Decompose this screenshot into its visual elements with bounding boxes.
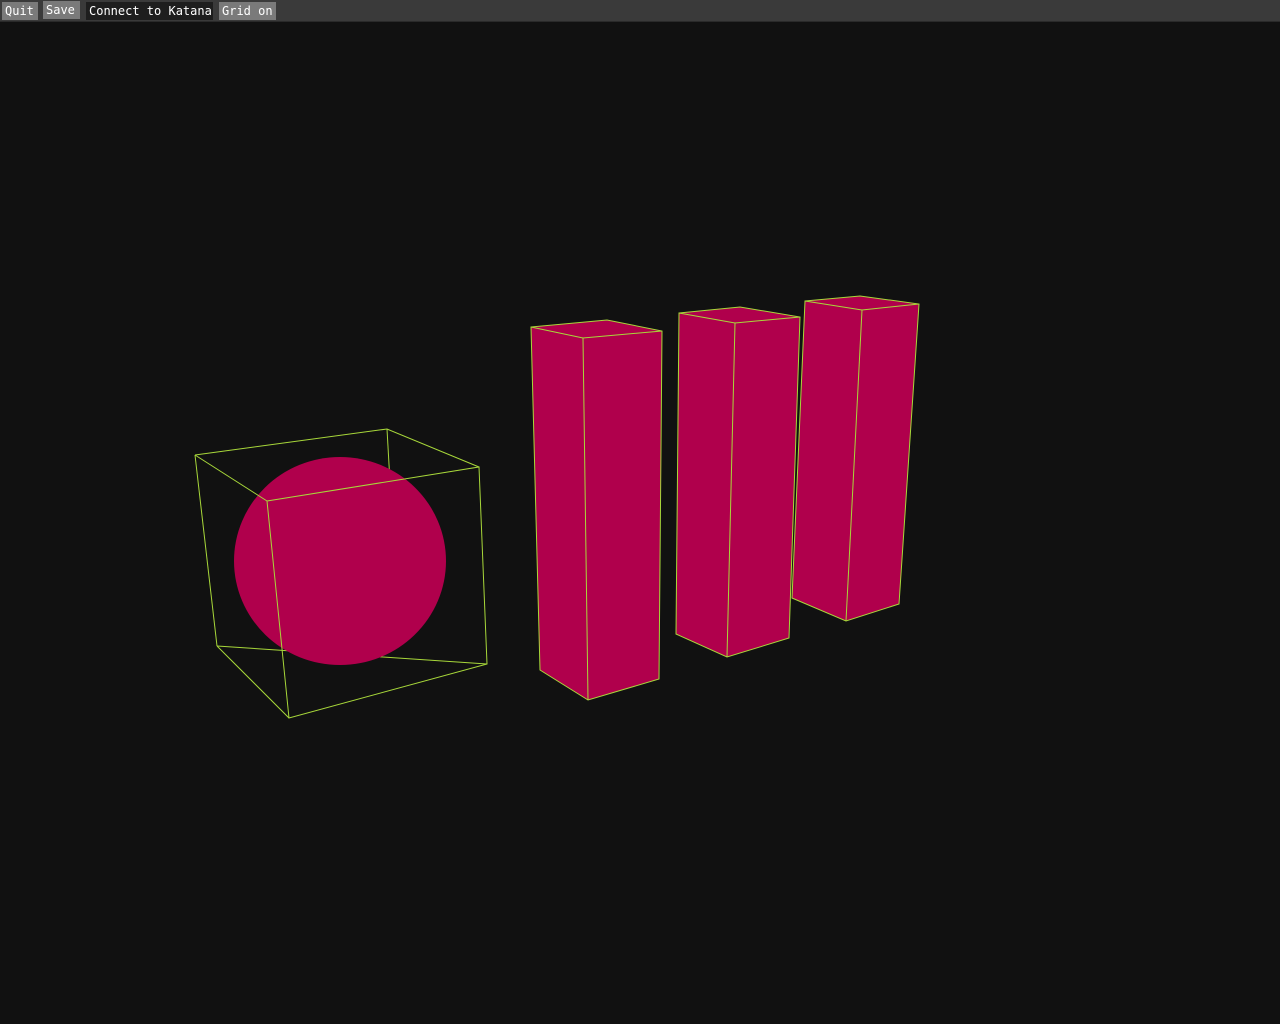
box-2-front-face — [727, 317, 800, 657]
bbox-edge-top-left — [194, 454, 268, 502]
3d-viewport[interactable] — [0, 23, 1280, 1024]
sphere-mesh[interactable] — [234, 457, 446, 665]
quit-button[interactable]: Quit — [2, 2, 38, 20]
save-button[interactable]: Save — [43, 1, 80, 19]
box-object-3[interactable] — [791, 295, 920, 622]
toolbar: Quit Save Connect to Katana Grid on — [0, 0, 1280, 22]
viewport-canvas[interactable] — [0, 23, 1280, 1024]
bbox-back-edge-left — [194, 454, 218, 647]
bbox-edge-bottom-left — [216, 645, 290, 719]
box-2-left-face — [676, 313, 735, 657]
box-object-2[interactable] — [675, 306, 801, 658]
box-1-front-face — [583, 331, 662, 700]
app-window: Quit Save Connect to Katana Grid on — [0, 0, 1280, 1024]
grid-toggle-button[interactable]: Grid on — [219, 2, 276, 20]
sphere-object[interactable] — [194, 428, 488, 719]
connect-to-katana-button[interactable]: Connect to Katana — [86, 2, 213, 20]
box-object-1[interactable] — [530, 319, 663, 701]
